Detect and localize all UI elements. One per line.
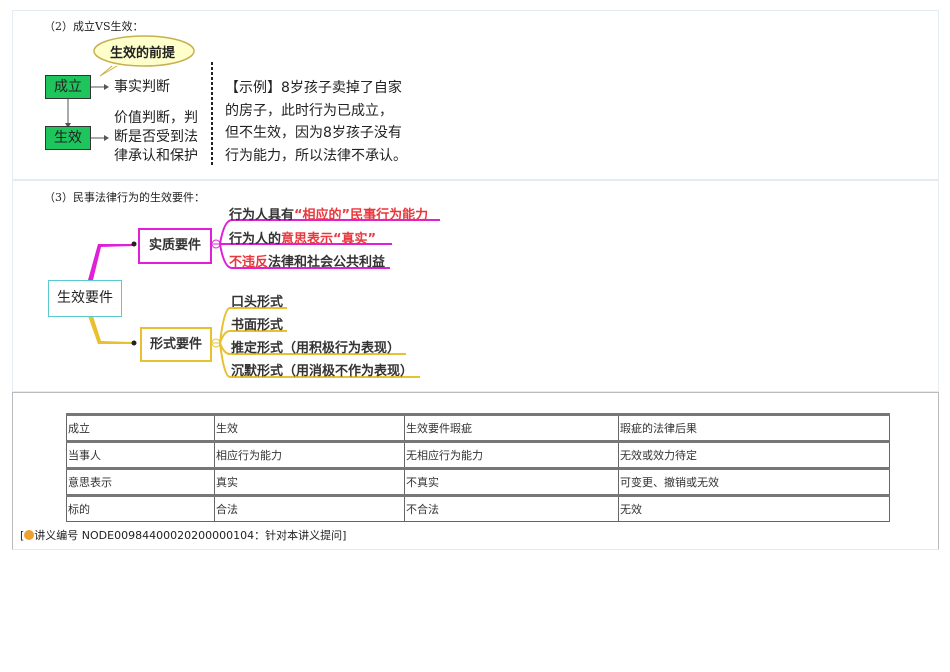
question-icon — [24, 530, 35, 540]
mindmap-lines — [88, 219, 440, 378]
table-row: 成立 生效 生效要件瑕疵 瑕疵的法律后果 — [66, 413, 890, 442]
root-node: 生效要件 — [48, 280, 122, 317]
table-row: 标的 合法 不合法 无效 — [66, 494, 890, 522]
formal-item: 书面形式 — [231, 318, 284, 333]
formal-node: 形式要件 — [140, 327, 212, 362]
table-row: 意思表示 真实 不真实 可变更、撤销或无效 — [66, 467, 890, 496]
substantive-item: 不违反法律和社会公共利益 — [229, 255, 386, 270]
formal-item: 沉默形式（用消极不作为表现） — [231, 364, 414, 379]
comparison-table: 成立 生效 生效要件瑕疵 瑕疵的法律后果 当事人 相应行为能力 无相应行为能力 无效或效力待… — [66, 413, 890, 522]
formal-item: 口头形式 — [231, 295, 284, 310]
table-row: 当事人 相应行为能力 无相应行为能力 无效或效力待定 — [66, 440, 890, 469]
substantive-item: 行为人具有“相应的”民事行为能力 — [229, 208, 429, 223]
footer-lecture-link[interactable]: [讲义编号 NODE00984400020200000104：针对本讲义提问] — [20, 527, 346, 543]
formal-item: 推定形式（用积极行为表现） — [231, 341, 401, 356]
substantive-node: 实质要件 — [138, 228, 212, 264]
substantive-item: 行为人的意思表示“真实” — [229, 232, 377, 247]
